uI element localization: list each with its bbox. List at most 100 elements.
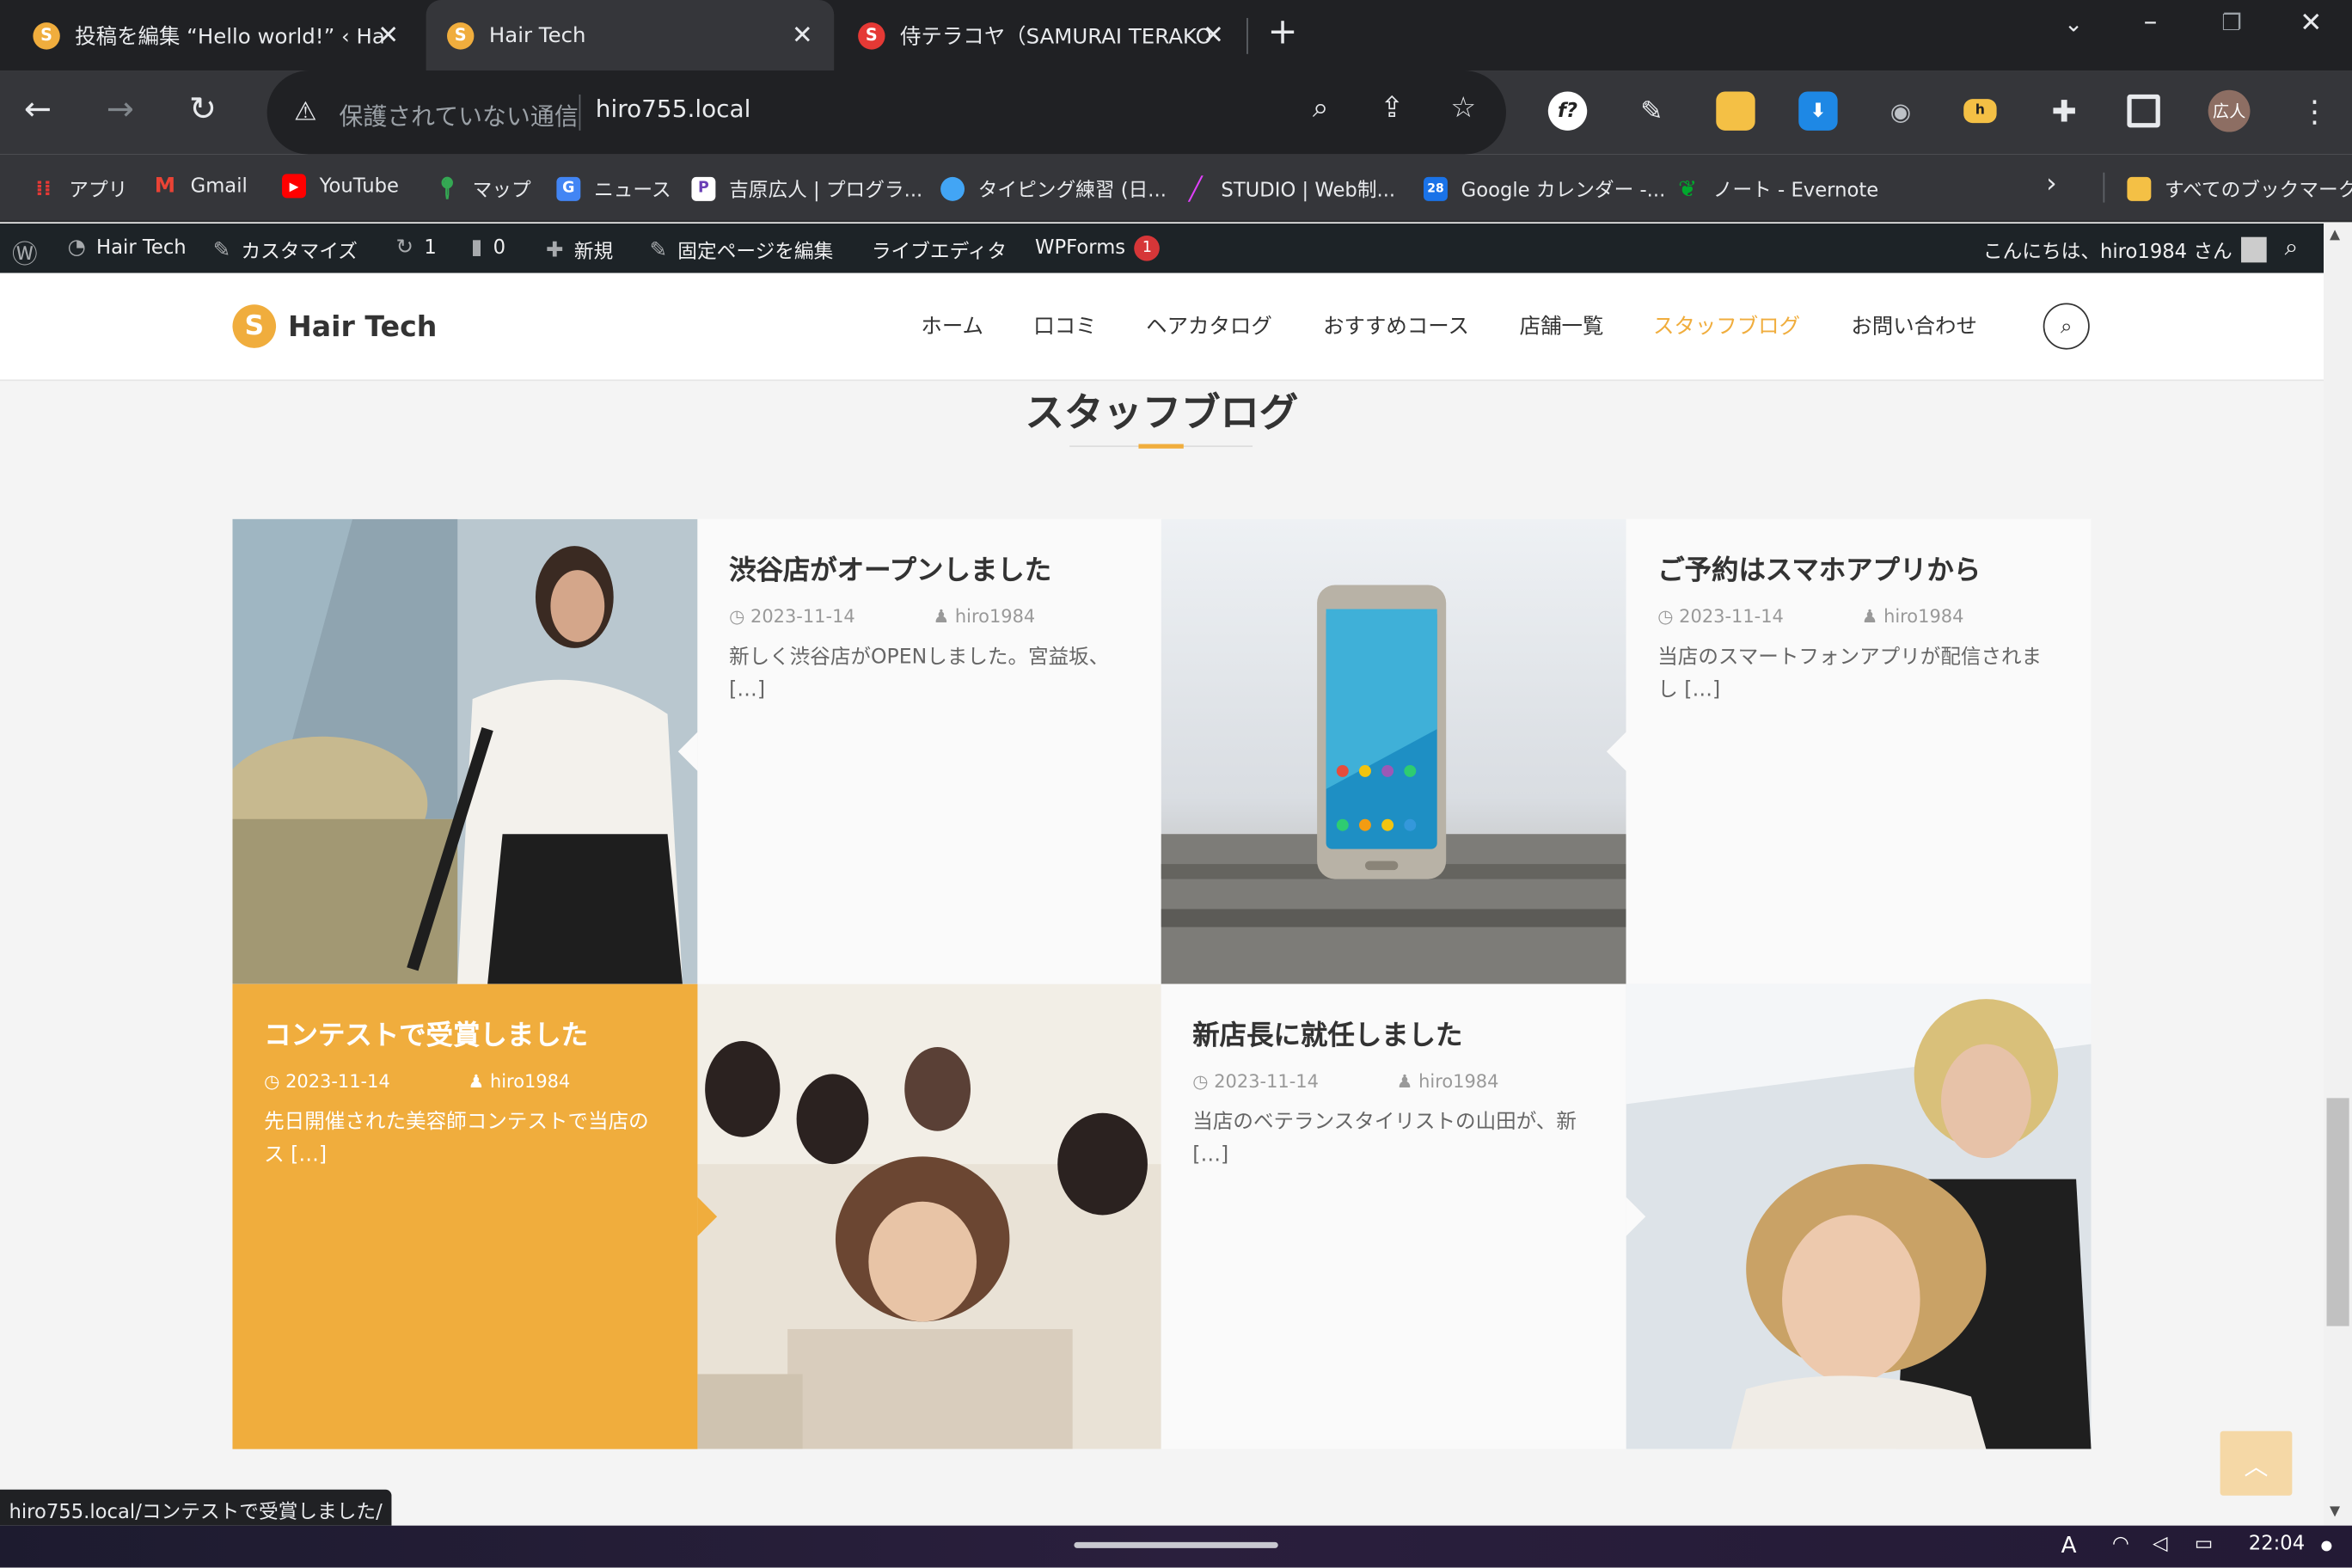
wifi-icon[interactable]: ◠ bbox=[2112, 1533, 2129, 1555]
post-title[interactable]: 渋谷店がオープンしました bbox=[729, 549, 1132, 588]
volume-icon[interactable]: ◁ bbox=[2153, 1533, 2167, 1555]
restore-icon[interactable]: ❐ bbox=[2221, 9, 2241, 35]
font-ninja-extension-icon[interactable]: f? bbox=[1547, 91, 1588, 131]
tab-hair-tech[interactable]: S Hair Tech ✕ bbox=[426, 0, 835, 71]
wp-account-link[interactable]: こんにちは、hiro1984 さん bbox=[1983, 236, 2267, 264]
wp-comments-link[interactable]: ▮ 0 bbox=[471, 236, 505, 260]
bookmark-star-icon[interactable]: ☆ bbox=[1450, 91, 1476, 124]
post-image-woman[interactable] bbox=[232, 518, 698, 984]
chrome-menu-icon[interactable]: ⋮ bbox=[2300, 89, 2330, 133]
all-bookmarks-folder[interactable]: すべてのブックマーク bbox=[2127, 174, 2352, 203]
nav-recommended-course[interactable]: おすすめコース bbox=[1323, 310, 1469, 340]
post-image-phone[interactable] bbox=[1161, 518, 1626, 984]
bookmark-evernote[interactable]: ❦ ノート - Evernote bbox=[1675, 174, 1878, 202]
extensions-puzzle-icon[interactable]: ✚ bbox=[2044, 91, 2083, 130]
wp-edit-page-link[interactable]: ✎ 固定ページを編集 bbox=[650, 236, 834, 265]
scroll-up-arrow-icon[interactable]: ▲ bbox=[2330, 228, 2340, 242]
brush-icon: ✎ bbox=[212, 237, 231, 262]
close-tab-icon[interactable]: ✕ bbox=[377, 21, 399, 51]
close-tab-icon[interactable]: ✕ bbox=[1203, 21, 1224, 51]
tag-extension-icon[interactable]: h bbox=[1963, 99, 1997, 124]
bookmark-youtube[interactable]: ▶ YouTube bbox=[282, 174, 399, 199]
bookmark-apps[interactable]: ⁞⁞ アプリ bbox=[32, 174, 127, 203]
more-bookmarks-chevron-icon[interactable]: › bbox=[2046, 168, 2057, 199]
post-author[interactable]: ♟ hiro1984 bbox=[1397, 1071, 1538, 1092]
notes-extension-icon[interactable] bbox=[1716, 91, 1755, 131]
side-panel-icon[interactable] bbox=[2127, 94, 2160, 128]
scroll-down-arrow-icon[interactable]: ▼ bbox=[2330, 1504, 2340, 1519]
tab-samurai[interactable]: S 侍テラコヤ（SAMURAI TERAKO ✕ bbox=[837, 0, 1246, 70]
wordpress-logo-icon[interactable]: Ⓦ bbox=[12, 232, 38, 270]
wp-site-link[interactable]: ◔ Hair Tech bbox=[68, 236, 187, 260]
warning-triangle-icon[interactable]: ⚠ bbox=[294, 97, 317, 127]
post-excerpt: 当店のスマートフォンアプリが配信されまし […] bbox=[1657, 645, 2043, 702]
ime-indicator-icon[interactable]: A bbox=[2061, 1532, 2077, 1559]
post-title[interactable]: コンテストで受賞しました bbox=[264, 1014, 667, 1053]
new-tab-button[interactable]: + bbox=[1268, 10, 1298, 52]
wp-search-icon[interactable]: ⌕ bbox=[2285, 232, 2299, 262]
nav-reviews[interactable]: 口コミ bbox=[1033, 310, 1096, 340]
post-title[interactable]: 新店長に就任しました bbox=[1192, 1014, 1596, 1053]
window-close-icon[interactable]: ✕ bbox=[2300, 8, 2322, 40]
tab-search-chevron-icon[interactable]: ⌄ bbox=[2064, 10, 2083, 37]
post-author[interactable]: ♟ hiro1984 bbox=[933, 606, 1074, 627]
wp-new-link[interactable]: ✚ 新規 bbox=[546, 236, 613, 265]
user-avatar-icon bbox=[2241, 236, 2267, 263]
nav-store-list[interactable]: 店舗一覧 bbox=[1520, 310, 1604, 340]
bookmark-portfolio[interactable]: P 吉原広人 | プログラ... bbox=[691, 174, 922, 203]
post-date: ◷ 2023-11-14 bbox=[264, 1070, 390, 1093]
back-to-top-button[interactable]: ︿ bbox=[2220, 1430, 2293, 1496]
nav-home[interactable]: ホーム bbox=[921, 310, 983, 340]
post-author[interactable]: ♟ hiro1984 bbox=[1862, 606, 2003, 627]
forward-arrow-icon[interactable]: → bbox=[107, 89, 134, 133]
bookmark-news[interactable]: G ニュース bbox=[556, 174, 671, 203]
site-search-button[interactable]: ⌕ bbox=[2043, 303, 2090, 350]
minimize-icon[interactable]: – bbox=[2144, 6, 2158, 38]
wp-customize-link[interactable]: ✎ カスタマイズ bbox=[212, 236, 358, 265]
back-arrow-icon[interactable]: ← bbox=[24, 89, 52, 133]
post-title[interactable]: ご予約はスマホアプリから bbox=[1657, 549, 2061, 588]
bookmark-gmail[interactable]: M Gmail bbox=[153, 174, 248, 198]
download-extension-icon[interactable]: ⬇ bbox=[1798, 91, 1838, 131]
tab-edit-post[interactable]: S 投稿を編集 “Hello world!” ‹ Ha ✕ bbox=[12, 0, 420, 70]
post-image-stylist[interactable] bbox=[1626, 983, 2092, 1449]
nav-hair-catalog[interactable]: ヘアカタログ bbox=[1146, 310, 1272, 340]
scrollbar-thumb[interactable] bbox=[2326, 1098, 2349, 1326]
zoom-icon[interactable]: ⌕ bbox=[1313, 91, 1329, 124]
post-author[interactable]: ♟ hiro1984 bbox=[469, 1071, 609, 1092]
site-header: S Hair Tech ホーム 口コミ ヘアカタログ おすすめコース 店舗一覧 … bbox=[0, 273, 2324, 382]
wp-live-editor-link[interactable]: ライブエディタ bbox=[872, 236, 1007, 264]
omnibox[interactable]: ⚠ 保護されていない通信 hiro755.local ⌕ ⇪ ☆ bbox=[266, 70, 1506, 155]
gesture-handle[interactable] bbox=[1074, 1541, 1278, 1548]
post-image-salon-group[interactable] bbox=[697, 983, 1163, 1449]
post-card-new-manager[interactable]: 新店長に就任しました ◷ 2023-11-14 ♟ hiro1984 当店のベテラ… bbox=[1161, 983, 1626, 1449]
security-status[interactable]: 保護されていない通信 bbox=[339, 96, 578, 132]
close-tab-icon[interactable]: ✕ bbox=[792, 21, 813, 51]
notification-dot-icon[interactable]: ● bbox=[2321, 1539, 2333, 1553]
bookmarks-divider bbox=[2103, 172, 2105, 203]
color-picker-extension-icon[interactable]: ✎ bbox=[1632, 91, 1671, 130]
post-author-text: hiro1984 bbox=[954, 605, 1036, 628]
reload-icon[interactable]: ↻ bbox=[189, 89, 217, 133]
profile-avatar[interactable]: 広人 bbox=[2208, 89, 2251, 132]
share-icon[interactable]: ⇪ bbox=[1380, 91, 1404, 124]
post-excerpt: 当店のベテランスタイリストの山田が、新 […] bbox=[1192, 1110, 1577, 1167]
bookmark-maps[interactable]: 📍︎ マップ bbox=[433, 174, 530, 203]
battery-icon[interactable]: ▭ bbox=[2195, 1533, 2213, 1555]
nav-staff-blog[interactable]: スタッフブログ bbox=[1653, 310, 1800, 340]
wp-wpforms-link[interactable]: WPForms 1 bbox=[1035, 235, 1161, 261]
post-card-contest[interactable]: コンテストで受賞しました ◷ 2023-11-14 ♟ hiro1984 先日開催… bbox=[232, 983, 698, 1449]
news-icon: G bbox=[556, 176, 581, 200]
page-scrollbar[interactable] bbox=[2324, 224, 2352, 1526]
wp-updates-link[interactable]: ↻ 1 bbox=[396, 236, 437, 260]
post-card-shibuya[interactable]: 渋谷店がオープンしました ◷ 2023-11-14 ♟ hiro1984 新しく渋… bbox=[697, 518, 1163, 984]
post-card-app[interactable]: ご予約はスマホアプリから ◷ 2023-11-14 ♟ hiro1984 当店のス… bbox=[1626, 518, 2092, 984]
screenshot-extension-icon[interactable]: ◉ bbox=[1881, 91, 1920, 130]
nav-contact[interactable]: お問い合わせ bbox=[1851, 310, 1977, 340]
clock[interactable]: 22:04 bbox=[2249, 1533, 2305, 1555]
url-text[interactable]: hiro755.local bbox=[596, 95, 751, 123]
bookmark-typing[interactable]: タイピング練習 (日... bbox=[940, 174, 1167, 203]
site-logo[interactable]: S Hair Tech bbox=[232, 304, 437, 348]
bookmark-studio[interactable]: ╱ STUDIO | Web制... bbox=[1184, 174, 1395, 202]
bookmark-calendar[interactable]: 28 Google カレンダー -... bbox=[1424, 174, 1665, 203]
